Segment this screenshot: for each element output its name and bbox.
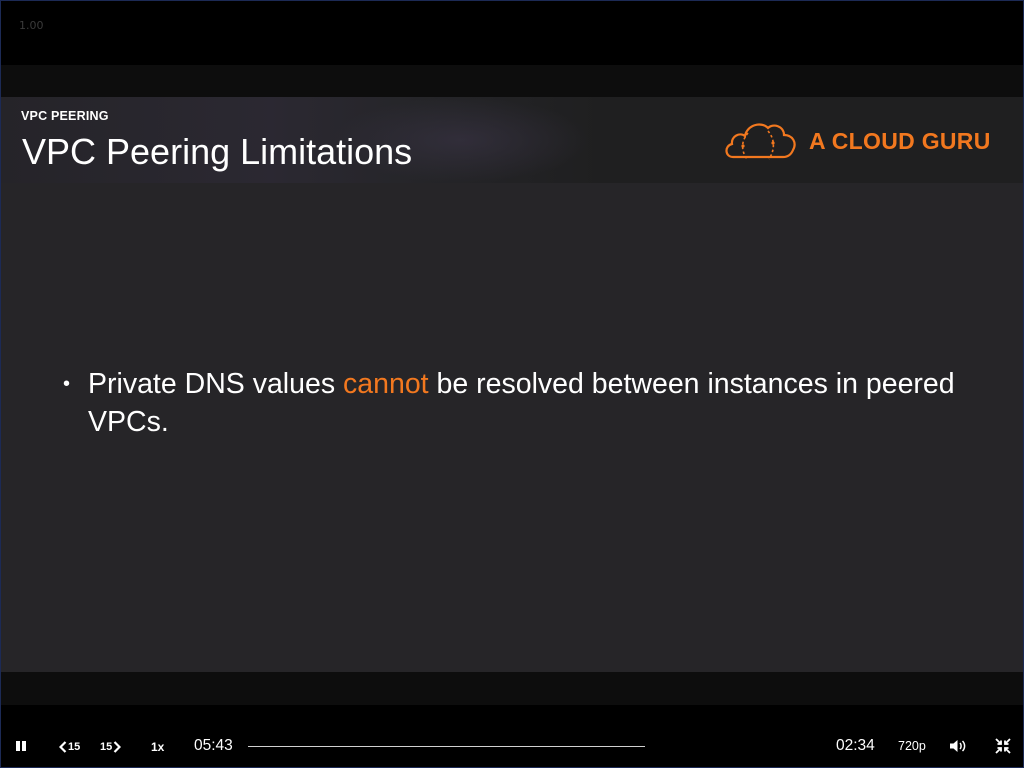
playback-rate-overlay: 1.00 [19,19,44,32]
exit-fullscreen-button[interactable] [995,738,1011,754]
section-label: VPC PEERING [21,109,109,123]
rewind-15-label: 15 [68,741,81,753]
pause-icon [16,741,28,751]
letterbox-band-bottom [1,672,1023,705]
quality-button[interactable]: 720p [898,738,926,754]
player-controls: 15 15 1x 05:43 02:34 720p [1,725,1023,767]
forward-15-icon [113,741,122,753]
exit-fullscreen-icon [995,738,1011,754]
forward-15-label: 15 [100,741,113,753]
rewind-15-icon [59,741,67,753]
letterbox-band-top [1,65,1023,97]
bullet-text-before: Private DNS values [88,368,344,400]
slide-body: • Private DNS values cannot be resolved … [1,183,1023,672]
bullet-item: • Private DNS values cannot be resolved … [63,365,963,441]
slide-title: VPC Peering Limitations [22,131,413,172]
progress-bar[interactable] [248,746,645,747]
playback-speed-button[interactable]: 1x [151,739,164,755]
volume-button[interactable] [949,738,967,754]
bullet-highlight: cannot [343,368,429,400]
slide-header: VPC PEERING VPC Peering Limitations A CL… [1,97,1023,183]
brand-name: A CLOUD GURU [809,127,991,154]
bullet-text: Private DNS values cannot be resolved be… [88,365,958,441]
bullet-marker: • [63,373,71,395]
rewind-15-button[interactable]: 15 [59,739,80,755]
cloud-logo-icon [725,123,796,160]
volume-icon [950,740,966,752]
time-elapsed: 05:43 [194,737,233,754]
video-player[interactable]: 1.00 VPC PEERING VPC Peering Limitations… [0,0,1024,768]
brand-logo: A CLOUD GURU [723,119,991,163]
pause-button[interactable] [16,739,32,753]
forward-15-button[interactable]: 15 [100,739,122,755]
time-remaining: 02:34 [836,737,875,754]
